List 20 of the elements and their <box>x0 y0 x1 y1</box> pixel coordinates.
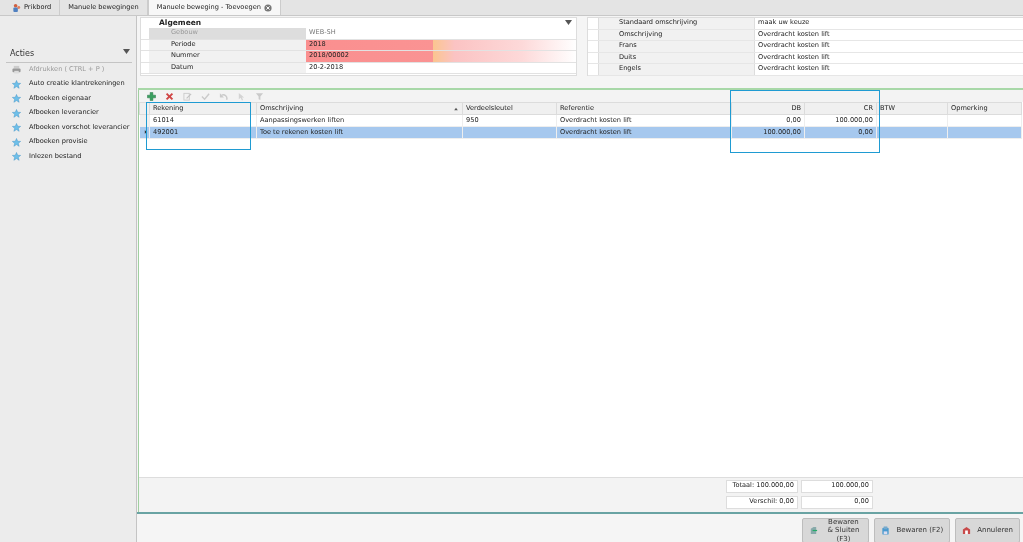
close-icon[interactable] <box>263 3 272 12</box>
collapse-icon[interactable] <box>123 49 130 54</box>
star-icon <box>12 123 21 133</box>
collapse-icon[interactable] <box>565 20 572 25</box>
star-icon <box>12 152 21 162</box>
row-pointer-icon <box>142 128 149 135</box>
star-icon <box>12 94 21 104</box>
panel-header[interactable]: Acties <box>6 47 132 63</box>
people-icon <box>12 3 21 12</box>
exit-icon <box>809 526 819 535</box>
printer-icon <box>12 65 21 75</box>
cancel-icon <box>962 526 972 535</box>
plus-icon[interactable] <box>147 91 156 101</box>
star-icon <box>12 79 21 89</box>
star-icon <box>12 108 21 118</box>
panel-title: Acties <box>10 49 35 59</box>
floppy-icon <box>881 526 891 535</box>
delete-icon[interactable] <box>165 91 174 101</box>
sort-arrow-icon <box>453 106 459 112</box>
star-icon <box>12 137 21 147</box>
